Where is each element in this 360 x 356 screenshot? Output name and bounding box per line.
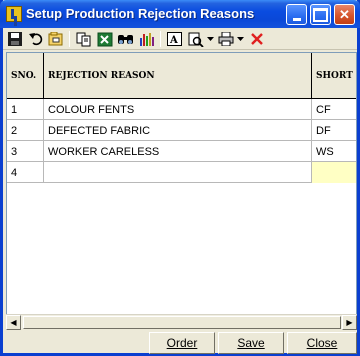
cell-reason[interactable]: COLOUR FENTS [44,99,312,120]
chevron-down-icon[interactable] [205,31,215,47]
column-header-short[interactable]: SHORT [312,53,356,99]
column-header-reason[interactable]: REJECTION REASON [44,53,312,99]
svg-text:A: A [169,35,178,46]
current-cell-short[interactable] [312,162,356,183]
toolbar-separator [69,31,70,47]
save-button[interactable]: Save [218,332,284,354]
cell-short[interactable]: DF [312,120,356,141]
print-icon[interactable] [217,31,234,47]
close-window-button[interactable]: ✕ [334,4,355,25]
scroll-left-button[interactable]: ◀ [6,315,21,330]
print-preview-icon[interactable] [187,31,204,47]
close-button[interactable]: Close [287,332,357,354]
table-row[interactable]: 4 [7,162,356,183]
cell-reason[interactable] [44,162,312,183]
excel-icon[interactable] [96,31,113,47]
undo-icon[interactable] [27,31,44,47]
table-row[interactable]: 1 COLOUR FENTS CF [7,99,356,120]
cell-reason[interactable]: DEFECTED FABRIC [44,120,312,141]
cell-reason[interactable]: WORKER CARELESS [44,141,312,162]
scroll-thumb[interactable] [23,316,341,329]
minimize-button[interactable] [286,4,307,25]
grid-header: SNO. REJECTION REASON SHORT [7,53,356,99]
horizontal-scrollbar[interactable]: ◀ ▶ [6,314,357,330]
column-header-sno[interactable]: SNO. [7,53,44,99]
toolbar: A [3,28,357,50]
window-title: Setup Production Rejection Reasons [26,6,255,21]
title-bar[interactable]: Setup Production Rejection Reasons ✕ [0,0,360,28]
cell-sno[interactable]: 3 [7,141,44,162]
scroll-right-button[interactable]: ▶ [342,315,357,330]
cell-sno[interactable]: 4 [7,162,44,183]
maximize-button[interactable] [310,4,331,25]
copy-icon[interactable] [75,31,92,47]
cell-sno[interactable]: 1 [7,99,44,120]
main-window: Setup Production Rejection Reasons ✕ A S… [0,0,360,356]
chart-icon[interactable] [138,31,155,47]
find-icon[interactable] [117,31,134,47]
toolbar-separator [160,31,161,47]
save-icon[interactable] [6,31,23,47]
table-row[interactable]: 3 WORKER CARELESS WS [7,141,356,162]
delete-icon[interactable] [248,31,265,47]
reasons-grid[interactable]: SNO. REJECTION REASON SHORT 1 COLOUR FEN… [6,52,357,328]
chevron-down-icon[interactable] [235,31,245,47]
open-icon[interactable] [47,31,64,47]
table-row[interactable]: 2 DEFECTED FABRIC DF [7,120,356,141]
order-button[interactable]: Order [149,332,215,354]
font-icon[interactable]: A [166,31,183,47]
cell-sno[interactable]: 2 [7,120,44,141]
cell-short[interactable]: WS [312,141,356,162]
app-icon [6,6,22,22]
cell-short[interactable]: CF [312,99,356,120]
